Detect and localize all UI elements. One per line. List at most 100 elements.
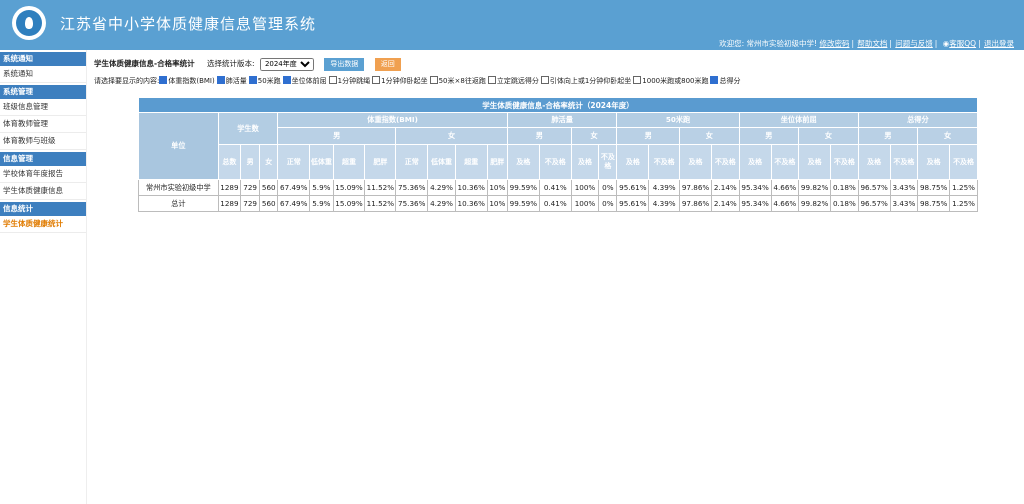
value-cell: 95.61% (616, 179, 650, 196)
filter-option[interactable]: 1000米跑或800米跑 (633, 76, 708, 86)
value-cell: 96.57% (857, 195, 891, 212)
sidebar-section-info[interactable]: 信息管理 (0, 152, 86, 166)
metric-subheader: 不及格 (770, 144, 800, 180)
filter-option-label: 立定跳远得分 (496, 77, 539, 85)
metric-subheader: 及格 (506, 144, 540, 180)
metric-subheader: 及格 (570, 144, 600, 180)
value-cell: 4.39% (648, 195, 681, 212)
checkbox-unchecked[interactable] (487, 76, 496, 84)
page-title: 学生体质健康信息-合格率统计 (94, 59, 195, 68)
filter-option[interactable]: 总得分 (710, 76, 740, 86)
filter-option-label: 1分钟跳绳 (337, 77, 371, 85)
gender-female-header: 女 (917, 127, 978, 145)
checkbox-unchecked[interactable] (372, 76, 381, 84)
metric-subheader: 肥胖 (364, 144, 397, 180)
filter-option[interactable]: 50米跑 (248, 76, 281, 86)
metric-subheader: 不及格 (830, 144, 859, 180)
value-cell: 5.9% (309, 195, 334, 212)
app-header: 江苏省中小学体质健康信息管理系统 欢迎您: 常州市实验初级中学! 修改密码 | 帮… (0, 0, 1024, 50)
back-button[interactable]: 返回 (374, 58, 401, 71)
checkbox-unchecked[interactable] (328, 76, 337, 84)
sidebar-item-health-stats[interactable]: 学生体质健康统计 (0, 216, 86, 233)
checkbox-unchecked[interactable] (540, 76, 549, 84)
sidebar-item-teacher-class[interactable]: 体育教师与班级 (0, 133, 86, 150)
sidebar-item-notice[interactable]: 系统通知 (0, 66, 86, 83)
value-cell: 11.52% (364, 179, 397, 196)
sidebar-section-stats[interactable]: 信息统计 (0, 202, 86, 216)
sidebar-section-system[interactable]: 系统管理 (0, 85, 86, 99)
logout-link[interactable]: 退出登录 (984, 39, 1014, 48)
metric-subheader: 低体重 (309, 144, 334, 180)
checkbox-checked[interactable] (282, 76, 291, 84)
value-cell: 560 (259, 179, 279, 196)
value-cell: 67.49% (277, 179, 311, 196)
filter-option[interactable]: 肺活量 (216, 76, 247, 86)
value-cell: 15.09% (332, 179, 366, 196)
metric-subheader: 不及格 (598, 144, 618, 180)
value-cell: 98.75% (917, 179, 951, 196)
sidebar-item-pe-teachers[interactable]: 体育教师管理 (0, 116, 86, 133)
value-cell: 99.59% (506, 195, 540, 212)
metric-subheader: 不及格 (949, 144, 978, 180)
value-cell: 11.52% (364, 195, 397, 212)
filter-option[interactable]: 50米×8往返跑 (429, 76, 486, 86)
metric-subheader: 及格 (917, 144, 951, 180)
metric-subheader: 超重 (332, 144, 366, 180)
help-doc-link[interactable]: 帮助文档 (857, 39, 887, 48)
metric-subheader: 正常 (277, 144, 311, 180)
filter-option[interactable]: 体重指数(BMI) (159, 76, 215, 86)
value-cell: 97.86% (679, 195, 712, 212)
value-cell: 100% (570, 195, 600, 212)
value-cell: 560 (259, 195, 279, 212)
checkbox-unchecked[interactable] (429, 76, 438, 84)
change-password-link[interactable]: 修改密码 (819, 39, 849, 48)
value-cell: 10% (486, 179, 508, 196)
students-subheader: 女 (259, 144, 279, 180)
value-cell: 75.36% (395, 195, 429, 212)
gender-female-header: 女 (570, 127, 618, 145)
unit-name-cell: 常州市实验初级中学 (138, 179, 219, 196)
value-cell: 97.86% (679, 179, 712, 196)
filter-option[interactable]: 立定跳远得分 (487, 76, 539, 86)
filter-option-label: 50米×8往返跑 (438, 77, 486, 85)
metric-subheader: 不及格 (648, 144, 681, 180)
value-cell: 10.36% (454, 195, 488, 212)
checkbox-unchecked[interactable] (633, 76, 642, 84)
filter-option-label: 体重指数(BMI) (168, 77, 215, 85)
value-cell: 95.34% (738, 179, 772, 196)
checkbox-checked[interactable] (159, 76, 168, 84)
gender-male-header: 男 (506, 127, 572, 145)
filter-option-label: 肺活量 (225, 77, 247, 85)
export-button[interactable]: 导出数据 (324, 58, 365, 71)
value-cell: 0.18% (830, 195, 859, 212)
sidebar-item-health-info[interactable]: 学生体质健康信息 (0, 183, 86, 200)
feedback-link[interactable]: 问题与反馈 (895, 39, 933, 48)
value-cell: 729 (240, 195, 261, 212)
value-cell: 1289 (217, 179, 242, 196)
checkbox-checked[interactable] (216, 76, 225, 84)
value-cell: 3.43% (889, 195, 919, 212)
group-header: 体重指数(BMI) (277, 112, 508, 128)
value-cell: 100% (570, 179, 600, 196)
display-filters: 请选择要显示的内容: 体重指数(BMI) 肺活量 50米跑 坐位体前屈 1分钟跳绳 1分钟仰… (94, 76, 742, 86)
welcome-text: 欢迎您: 常州市实验初级中学! (719, 39, 818, 48)
sidebar-section-notice[interactable]: 系统通知 (0, 52, 86, 66)
toolbar: 学生体质健康信息-合格率统计 选择统计版本: 2024年度 导出数据 返回 (94, 57, 401, 71)
checkbox-checked[interactable] (248, 76, 257, 84)
value-cell: 4.29% (427, 179, 456, 196)
filter-option[interactable]: 坐位体前屈 (282, 76, 327, 86)
value-cell: 96.57% (857, 179, 891, 196)
version-select[interactable]: 2024年度 (259, 57, 314, 71)
table-row: 常州市实验初级中学 1289 729 560 67.49% 5.9% 15.09% 11.52… (138, 179, 978, 196)
filter-option[interactable]: 引体向上或1分钟仰卧起坐 (540, 76, 631, 86)
sidebar-item-class-info[interactable]: 班级信息管理 (0, 99, 86, 116)
sidebar-item-annual-report[interactable]: 学校体育年度报告 (0, 166, 86, 183)
filter-option[interactable]: 1分钟仰卧起坐 (372, 76, 428, 86)
qq-link[interactable]: 客服QQ (949, 39, 976, 48)
app-title: 江苏省中小学体质健康信息管理系统 (60, 15, 317, 33)
checkbox-checked[interactable] (710, 76, 719, 84)
filter-option-label: 总得分 (719, 77, 741, 85)
filter-option[interactable]: 1分钟跳绳 (328, 76, 371, 86)
value-cell: 75.36% (395, 179, 429, 196)
value-cell: 0.41% (538, 195, 572, 212)
